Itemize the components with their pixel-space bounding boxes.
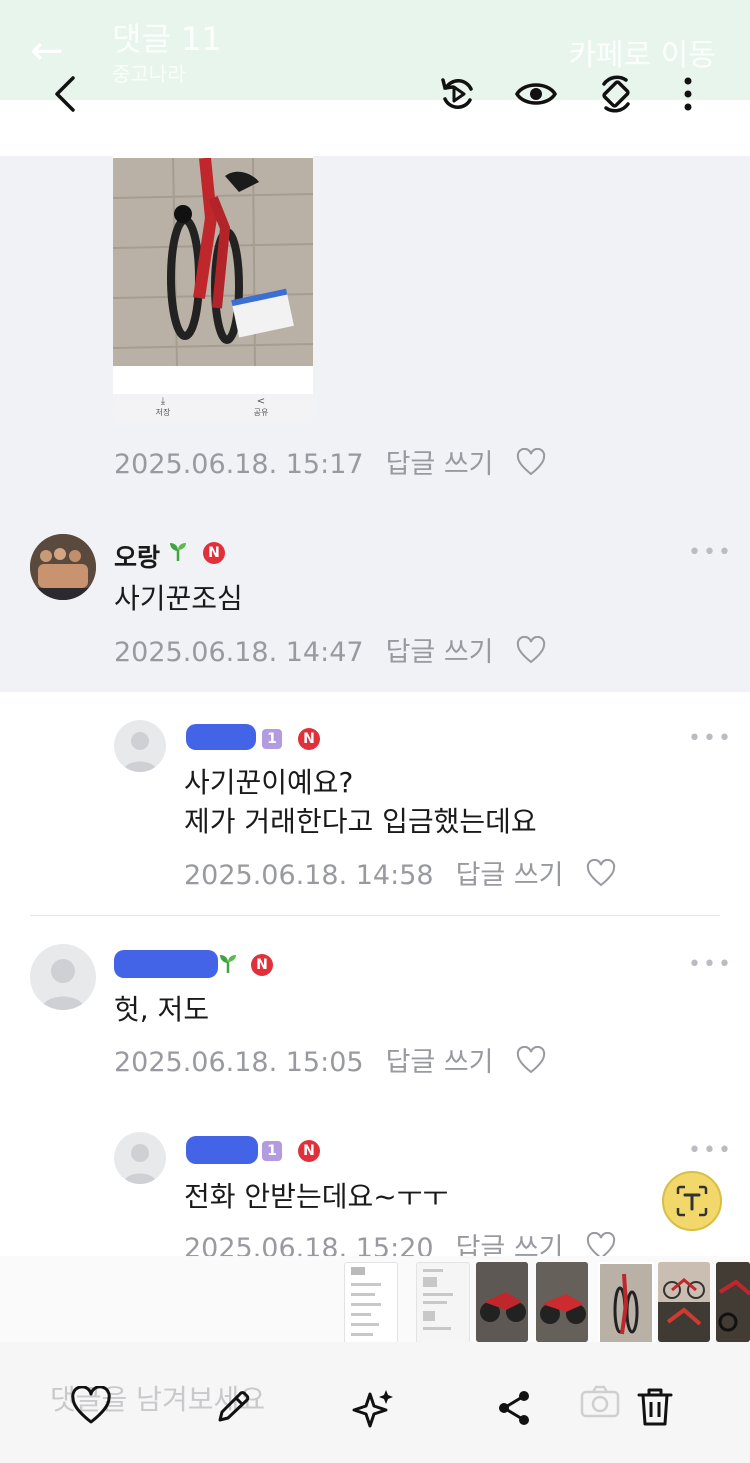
gallery-thumbnail[interactable] [658, 1262, 710, 1342]
sprout-icon [168, 540, 188, 566]
save-label: 저장 [155, 408, 171, 417]
save-button[interactable]: ⤓ 저장 [143, 396, 183, 418]
avatar[interactable] [114, 1132, 166, 1184]
level-badge: 1 [262, 1141, 282, 1161]
image-attachment[interactable]: ⤓ 저장 < 공유 [113, 102, 313, 424]
chevron-left-icon[interactable] [38, 66, 94, 122]
comment-text: 전화 안받는데요~ㅜㅜ [184, 1180, 449, 1213]
share-label: 공유 [253, 408, 269, 417]
comment-meta: 2025.06.18. 14:47 답글 쓰기 [114, 630, 568, 671]
comment-date: 2025.06.18. 14:58 [184, 860, 434, 891]
more-options-icon[interactable]: ••• [688, 952, 733, 977]
redacted-nickname [186, 724, 256, 750]
avatar[interactable] [30, 534, 96, 600]
comment-meta: 2025.06.18. 15:17 답글 쓰기 [114, 442, 568, 483]
reply-button[interactable]: 답글 쓰기 [456, 860, 564, 891]
eye-icon[interactable] [508, 66, 564, 122]
like-heart-icon[interactable] [586, 858, 616, 894]
like-heart-icon[interactable] [516, 635, 546, 671]
comment-date: 2025.06.18. 14:47 [114, 637, 364, 668]
pencil-icon[interactable] [212, 1386, 254, 1432]
comment-text: 사기꾼조심 [114, 582, 243, 615]
gallery-thumbnail[interactable] [716, 1262, 750, 1342]
gallery-thumbnail[interactable] [416, 1262, 470, 1344]
like-heart-icon[interactable] [516, 447, 546, 483]
more-options-icon[interactable]: ••• [688, 540, 733, 565]
naver-badge-icon: N [298, 1140, 320, 1162]
like-heart-icon[interactable] [516, 1045, 546, 1081]
share-button-small[interactable]: < 공유 [241, 396, 281, 418]
share-small-icon: < [256, 396, 266, 407]
naver-badge-icon: N [251, 954, 273, 976]
gallery-thumbnail[interactable] [536, 1262, 588, 1342]
sprout-icon [218, 952, 238, 978]
avatar[interactable] [114, 720, 166, 772]
level-badge: 1 [262, 729, 282, 749]
comment-date: 2025.06.18. 15:17 [114, 449, 364, 480]
heart-icon[interactable] [70, 1385, 112, 1430]
header-subtitle: 중고나라 [112, 62, 186, 86]
text-scan-icon [676, 1185, 708, 1217]
naver-badge-icon: N [203, 542, 225, 564]
redacted-nickname [186, 1136, 258, 1164]
gallery-thumbnail[interactable] [476, 1262, 528, 1342]
more-vertical-icon[interactable] [660, 66, 716, 122]
more-options-icon[interactable]: ••• [688, 1138, 733, 1163]
comment-date: 2025.06.18. 15:05 [114, 1047, 364, 1078]
trash-icon[interactable] [636, 1386, 674, 1432]
comment-meta: 2025.06.18. 15:05 답글 쓰기 [114, 1040, 568, 1081]
nickname[interactable]: 오랑 [114, 538, 160, 574]
gallery-thumbnail[interactable] [344, 1262, 398, 1344]
bike-photo [113, 157, 313, 367]
reply-button[interactable]: 답글 쓰기 [386, 637, 494, 668]
reply-button[interactable]: 답글 쓰기 [386, 1047, 494, 1078]
comment-meta: 2025.06.18. 14:58 답글 쓰기 [184, 853, 638, 894]
avatar[interactable] [30, 944, 96, 1010]
share-icon[interactable] [494, 1388, 534, 1432]
comment-text-line1: 사기꾼이예요? [184, 766, 354, 799]
comment-text-line2: 제가 거래한다고 입금했는데요 [184, 805, 537, 838]
divider [30, 915, 720, 916]
text-recognition-button[interactable] [662, 1171, 722, 1231]
camera-icon [580, 1384, 620, 1422]
comment-text: 헛, 저도 [114, 993, 210, 1026]
reply-button[interactable]: 답글 쓰기 [386, 449, 494, 480]
naver-badge-icon: N [298, 728, 320, 750]
more-options-icon[interactable]: ••• [688, 726, 733, 751]
image-card-actions: ⤓ 저장 < 공유 [113, 394, 313, 424]
header-title: 댓글 11 [112, 20, 222, 58]
replay-icon[interactable] [430, 66, 486, 122]
gallery-thumbnail-selected[interactable] [598, 1262, 654, 1346]
sparkles-icon[interactable] [352, 1386, 396, 1434]
download-icon: ⤓ [160, 396, 166, 407]
redacted-nickname [114, 950, 218, 978]
rotate-icon[interactable] [588, 66, 644, 122]
